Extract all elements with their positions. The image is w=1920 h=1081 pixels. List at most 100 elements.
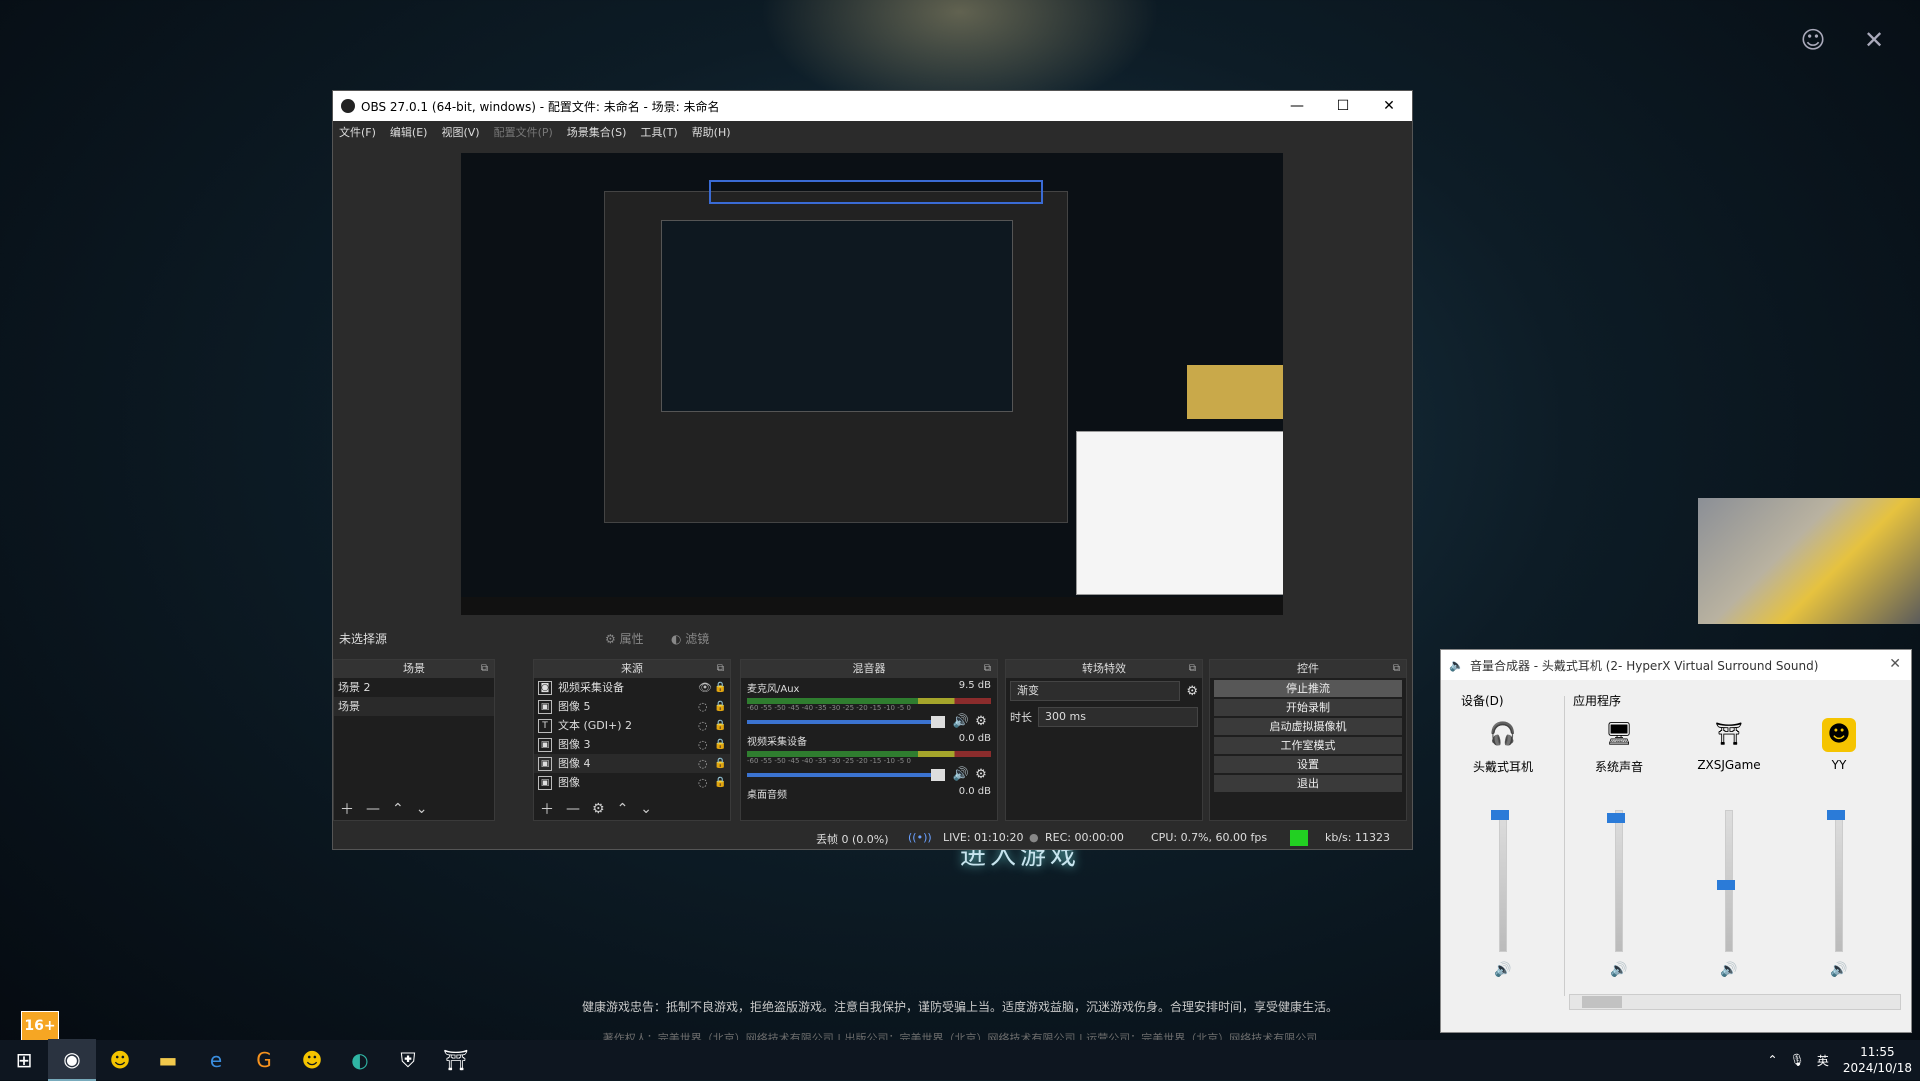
virtual-camera-button[interactable]: 启动虚拟摄像机 (1214, 718, 1402, 735)
source-item[interactable]: ◙ 视频采集设备 👁 🔒 (534, 678, 730, 697)
edge-icon[interactable]: ◐ (336, 1040, 384, 1080)
image-icon: ▣ (538, 737, 552, 752)
add-scene-icon[interactable]: ＋ (340, 799, 354, 819)
start-recording-button[interactable]: 开始录制 (1214, 699, 1402, 716)
lock-icon[interactable]: 🔒 (714, 735, 730, 754)
scene-item[interactable]: 场景 2 (334, 678, 494, 697)
mute-speaker-icon[interactable]: 🔊 (1679, 962, 1779, 978)
dock-pin-icon[interactable]: ⧉ (481, 660, 488, 678)
move-up-icon[interactable]: ⌃ (617, 801, 629, 817)
minimize-button[interactable]: — (1274, 98, 1320, 114)
lock-icon[interactable]: 🔒 (714, 697, 730, 716)
lock-icon[interactable]: 🔒 (714, 754, 730, 773)
source-item[interactable]: ▣ 图像 3 ◌ 🔒 (534, 735, 730, 754)
stop-streaming-button[interactable]: 停止推流 (1214, 680, 1402, 697)
hidden-eye-icon[interactable]: ◌ (698, 773, 714, 792)
volume-slider[interactable] (1615, 810, 1623, 952)
dock-pin-icon[interactable]: ⧉ (1393, 660, 1400, 678)
shield-icon[interactable]: ⛨ (384, 1040, 432, 1080)
slider-knob[interactable] (931, 768, 945, 781)
source-item[interactable]: ▣ 图像 4 ◌ 🔒 (534, 754, 730, 773)
visibility-eye-icon[interactable]: 👁 (698, 678, 714, 697)
settings-button[interactable]: 设置 (1214, 756, 1402, 773)
start-icon[interactable]: ⊞ (0, 1040, 48, 1080)
yy-icon[interactable]: ☻ (96, 1040, 144, 1080)
obs-icon[interactable]: ◉ (48, 1039, 96, 1081)
volume-slider[interactable] (747, 768, 945, 781)
hidden-eye-icon[interactable]: ◌ (698, 716, 714, 735)
exit-button[interactable]: 退出 (1214, 775, 1402, 792)
volume-slider-thumb[interactable] (1717, 880, 1735, 890)
transition-type-select[interactable]: 渐变 (1010, 681, 1181, 701)
remove-source-icon[interactable]: — (566, 801, 580, 817)
mute-speaker-icon[interactable]: 🔊 (1569, 962, 1669, 978)
mute-speaker-icon[interactable]: 🔊 (1453, 962, 1553, 978)
gear-icon[interactable]: ⚙ (592, 801, 605, 817)
close-button[interactable]: ✕ (1366, 98, 1412, 114)
menu-scene-collection[interactable]: 场景集合(S) (567, 124, 627, 140)
preview-selection-box[interactable] (709, 180, 1043, 204)
studio-mode-button[interactable]: 工作室模式 (1214, 737, 1402, 754)
move-down-icon[interactable]: ⌄ (416, 801, 428, 817)
hidden-eye-icon[interactable]: ◌ (698, 697, 714, 716)
horizontal-scrollbar[interactable] (1569, 994, 1901, 1010)
duration-input[interactable]: 300 ms (1038, 707, 1198, 727)
ime-indicator[interactable]: 英 (1817, 1052, 1829, 1069)
g-app-icon[interactable]: G (240, 1040, 288, 1080)
menu-help[interactable]: 帮助(H) (692, 124, 731, 140)
lock-icon[interactable]: 🔒 (714, 716, 730, 735)
mixer-channel: 麦克风/Aux 9.5 dB -60 -55 -50 -45 -40 -35 -3… (741, 678, 997, 731)
slider-knob[interactable] (931, 715, 945, 728)
clock[interactable]: 11:55 2024/10/18 (1843, 1044, 1912, 1076)
gear-icon[interactable]: ⚙ (971, 767, 991, 782)
source-item[interactable]: ▣ 图像 5 ◌ 🔒 (534, 697, 730, 716)
dock-pin-icon[interactable]: ⧉ (984, 660, 991, 678)
add-source-icon[interactable]: ＋ (540, 799, 554, 819)
volume-slider-thumb[interactable] (1827, 810, 1845, 820)
remove-scene-icon[interactable]: — (366, 801, 380, 817)
browser-badge-icon[interactable]: e (192, 1040, 240, 1080)
source-item[interactable]: T 文本 (GDI+) 2 ◌ 🔒 (534, 716, 730, 735)
speaker-icon[interactable]: 🔊 (951, 767, 971, 782)
volume-slider[interactable] (747, 715, 945, 728)
headset-icon: 🎧 (1489, 722, 1517, 747)
file-explorer-icon[interactable]: ▬ (144, 1040, 192, 1080)
account-icon[interactable]: ☺ (1797, 24, 1829, 56)
lock-icon[interactable]: 🔒 (714, 678, 730, 697)
volume-slider-thumb[interactable] (1491, 810, 1509, 820)
dock-pin-icon[interactable]: ⧉ (717, 660, 724, 678)
channel-db: 0.0 dB (958, 786, 991, 797)
lock-icon[interactable]: 🔒 (714, 773, 730, 792)
mute-speaker-icon[interactable]: 🔊 (1789, 962, 1889, 978)
microphone-icon[interactable]: 🎙 (1790, 1053, 1805, 1067)
scrollbar-thumb[interactable] (1582, 996, 1622, 1008)
hidden-eye-icon[interactable]: ◌ (698, 735, 714, 754)
chevron-up-icon[interactable]: ⌃ (1768, 1053, 1778, 1067)
menu-edit[interactable]: 编辑(E) (390, 124, 428, 140)
volume-slider[interactable] (1499, 810, 1507, 952)
gear-icon[interactable]: ⚙ (1186, 684, 1198, 699)
dock-pin-icon[interactable]: ⧉ (1189, 660, 1196, 678)
move-up-icon[interactable]: ⌃ (392, 801, 404, 817)
source-item[interactable]: ▣ 图像 ◌ 🔒 (534, 773, 730, 792)
hidden-eye-icon[interactable]: ◌ (698, 754, 714, 773)
move-down-icon[interactable]: ⌄ (640, 801, 652, 817)
yy-icon[interactable]: ☻ (288, 1040, 336, 1080)
volume-slider[interactable] (1835, 810, 1843, 952)
section-divider (1564, 696, 1565, 996)
gear-icon[interactable]: ⚙ (971, 714, 991, 729)
volume-mixer-titlebar: 🔈 音量合成器 - 头戴式耳机 (2- HyperX Virtual Surro… (1441, 650, 1911, 680)
scene-item[interactable]: 场景 (334, 697, 494, 716)
speaker-icon[interactable]: 🔊 (951, 714, 971, 729)
preview-canvas[interactable] (461, 153, 1283, 615)
dropped-frames: 丢帧 0 (0.0%) (816, 833, 889, 846)
menu-view[interactable]: 视图(V) (441, 124, 479, 140)
menu-tools[interactable]: 工具(T) (640, 124, 677, 140)
menu-file[interactable]: 文件(F) (339, 124, 376, 140)
mixer-channel: 视频采集设备 0.0 dB -60 -55 -50 -45 -40 -35 -30… (741, 731, 997, 784)
game-icon[interactable]: ⛩ (432, 1040, 480, 1080)
close-icon[interactable]: ✕ (1889, 656, 1901, 672)
volume-slider-thumb[interactable] (1607, 813, 1625, 823)
overlay-close-icon[interactable]: ✕ (1858, 24, 1890, 56)
maximize-button[interactable]: ☐ (1320, 98, 1366, 114)
